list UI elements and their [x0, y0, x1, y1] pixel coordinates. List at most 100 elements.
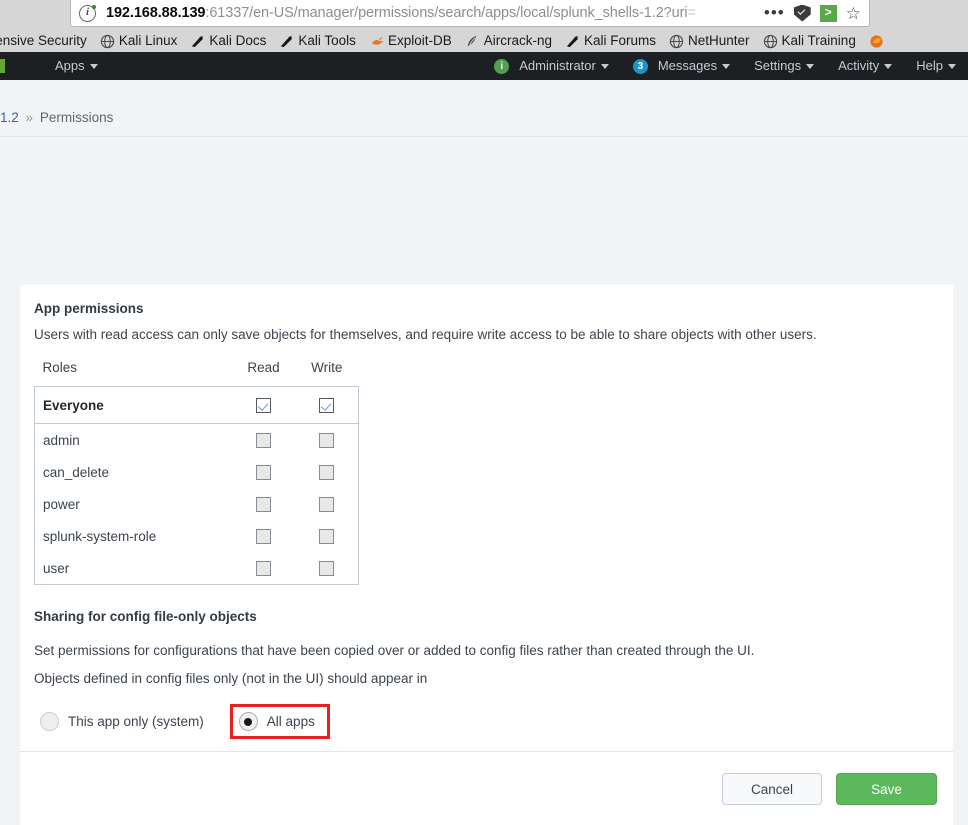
- read-cell: [232, 488, 295, 520]
- nav-apps[interactable]: Apps: [43, 52, 110, 80]
- write-checkbox-user[interactable]: [319, 560, 334, 576]
- globe-icon: [100, 34, 114, 48]
- site-info-icon[interactable]: i: [79, 4, 96, 22]
- bookmark-label: Aircrack-ng: [483, 33, 552, 48]
- read-checkbox-admin[interactable]: [256, 432, 271, 448]
- container-tab-icon[interactable]: >: [819, 4, 837, 22]
- save-button[interactable]: Save: [836, 772, 937, 805]
- read-cell: [232, 552, 295, 585]
- cancel-button[interactable]: Cancel: [722, 772, 822, 805]
- read-checkbox-everyone[interactable]: [256, 397, 271, 413]
- write-checkbox-splunk-system-role[interactable]: [319, 528, 334, 544]
- bookmark-kali-training[interactable]: Kali Training: [763, 34, 856, 49]
- radio-all-apps[interactable]: [238, 712, 258, 731]
- nav-administrator-label: Administrator: [519, 58, 596, 73]
- bookmark-offensive-security[interactable]: ffensive Security: [0, 34, 87, 48]
- aircrack-icon: [467, 35, 476, 46]
- permissions-table-body: Everyone admin can_delete power splunk-s…: [34, 386, 359, 585]
- write-checkbox-power[interactable]: [319, 496, 334, 512]
- shield-icon[interactable]: [793, 4, 811, 22]
- radio-label: All apps: [266, 714, 315, 729]
- chevron-down-icon: [948, 63, 956, 69]
- nav-activity-label: Activity: [838, 58, 880, 73]
- nav-apps-label: Apps: [55, 58, 85, 73]
- page-actions-icon[interactable]: •••: [764, 4, 785, 21]
- panel-content: App permissions Users with read access c…: [20, 285, 953, 751]
- bookmarks-bar: ffensive Security Kali Linux Kali Docs K…: [0, 30, 968, 52]
- dragon-icon: [566, 35, 579, 47]
- bookmark-label: ffensive Security: [0, 33, 87, 48]
- write-cell: [295, 424, 359, 457]
- nav-settings[interactable]: Settings: [742, 52, 826, 80]
- write-cell: [295, 456, 359, 488]
- bookmark-aircrack-ng[interactable]: Aircrack-ng: [465, 34, 552, 49]
- breadcrumb: 1.2 » Permissions: [0, 80, 968, 125]
- radio-this-app-only[interactable]: [40, 712, 59, 731]
- bookmark-label: Kali Forums: [583, 33, 656, 48]
- read-cell: [232, 520, 295, 552]
- radio-option-all-apps[interactable]: All apps: [229, 704, 330, 739]
- role-name: user: [43, 560, 70, 576]
- bookmark-label: Kali Linux: [118, 33, 178, 48]
- globe-icon: [669, 34, 684, 48]
- write-checkbox-admin[interactable]: [319, 432, 334, 448]
- bookmark-kali-docs[interactable]: Kali Docs: [190, 34, 266, 49]
- bookmark-kali-linux[interactable]: Kali Linux: [100, 33, 178, 49]
- bookmark-exploit-db[interactable]: Exploit-DB: [369, 34, 452, 49]
- breadcrumb-current: Permissions: [39, 110, 114, 125]
- panel-description: Users with read access can only save obj…: [34, 327, 817, 342]
- read-checkbox-power[interactable]: [256, 496, 271, 512]
- exploitdb-icon: [371, 36, 383, 45]
- read-checkbox-user[interactable]: [256, 560, 271, 576]
- bookmark-star-icon[interactable]: ☆: [846, 5, 861, 22]
- bookmark-kali-tools[interactable]: Kali Tools: [279, 34, 356, 49]
- browser-chrome: i 192.168.88.139:61337/en-US/manager/per…: [0, 0, 968, 52]
- table-row: splunk-system-role: [35, 520, 359, 552]
- chevron-down-icon: [806, 63, 815, 69]
- nav-messages[interactable]: 3 Messages: [621, 52, 742, 80]
- chevron-down-icon: [600, 63, 609, 69]
- nav-administrator[interactable]: i Administrator: [482, 52, 621, 80]
- bookmark-nethunter[interactable]: NetHunter: [669, 34, 750, 49]
- read-checkbox-can-delete[interactable]: [256, 464, 271, 480]
- role-name: Everyone: [34, 386, 232, 424]
- column-header-write: Write: [311, 360, 343, 375]
- role-name: can_delete: [43, 464, 110, 480]
- write-cell: [295, 386, 359, 424]
- chevron-down-icon: [89, 63, 98, 69]
- permissions-table-head: Roles Read Write: [35, 360, 359, 387]
- url-path: :61337/en-US/manager/permissions/search/…: [205, 5, 688, 21]
- nav-help[interactable]: Help: [904, 52, 968, 80]
- write-cell: [295, 552, 359, 585]
- url-text[interactable]: 192.168.88.139:61337/en-US/manager/permi…: [106, 5, 754, 21]
- write-checkbox-everyone[interactable]: [319, 397, 334, 413]
- bookmark-label: Kali Training: [781, 33, 856, 48]
- table-row: power: [35, 488, 359, 520]
- splunk-logo-icon[interactable]: [0, 59, 5, 73]
- bookmark-label: NetHunter: [688, 33, 750, 48]
- bookmark-firefox-overflow[interactable]: [869, 34, 884, 49]
- write-cell: [295, 520, 359, 552]
- bookmark-kali-forums[interactable]: Kali Forums: [565, 34, 656, 49]
- breadcrumb-separator: »: [25, 110, 34, 125]
- role-name: admin: [43, 432, 80, 448]
- chevron-down-icon: [884, 63, 893, 69]
- sharing-radio-group: This app only (system) All apps: [34, 704, 939, 751]
- nav-activity[interactable]: Activity: [826, 52, 904, 80]
- address-bar[interactable]: i 192.168.88.139:61337/en-US/manager/per…: [70, 0, 870, 27]
- table-row: can_delete: [35, 456, 359, 488]
- firefox-icon: [870, 34, 883, 48]
- nav-messages-label: Messages: [657, 58, 718, 73]
- read-checkbox-splunk-system-role[interactable]: [256, 528, 271, 544]
- table-row: user: [35, 552, 359, 585]
- url-host: 192.168.88.139: [106, 5, 206, 21]
- messages-count-badge: 3: [632, 58, 648, 74]
- nav-help-label: Help: [916, 58, 943, 73]
- breadcrumb-link-app[interactable]: 1.2: [0, 110, 19, 125]
- app-permissions-panel: App permissions Users with read access c…: [20, 285, 953, 825]
- radio-option-this-app-only[interactable]: This app only (system): [34, 708, 210, 735]
- splunk-navbar: Apps i Administrator 3 Messages Settings…: [0, 52, 968, 80]
- page-title: App permissions: [34, 301, 144, 316]
- page-divider: [0, 136, 968, 137]
- write-checkbox-can-delete[interactable]: [319, 464, 334, 480]
